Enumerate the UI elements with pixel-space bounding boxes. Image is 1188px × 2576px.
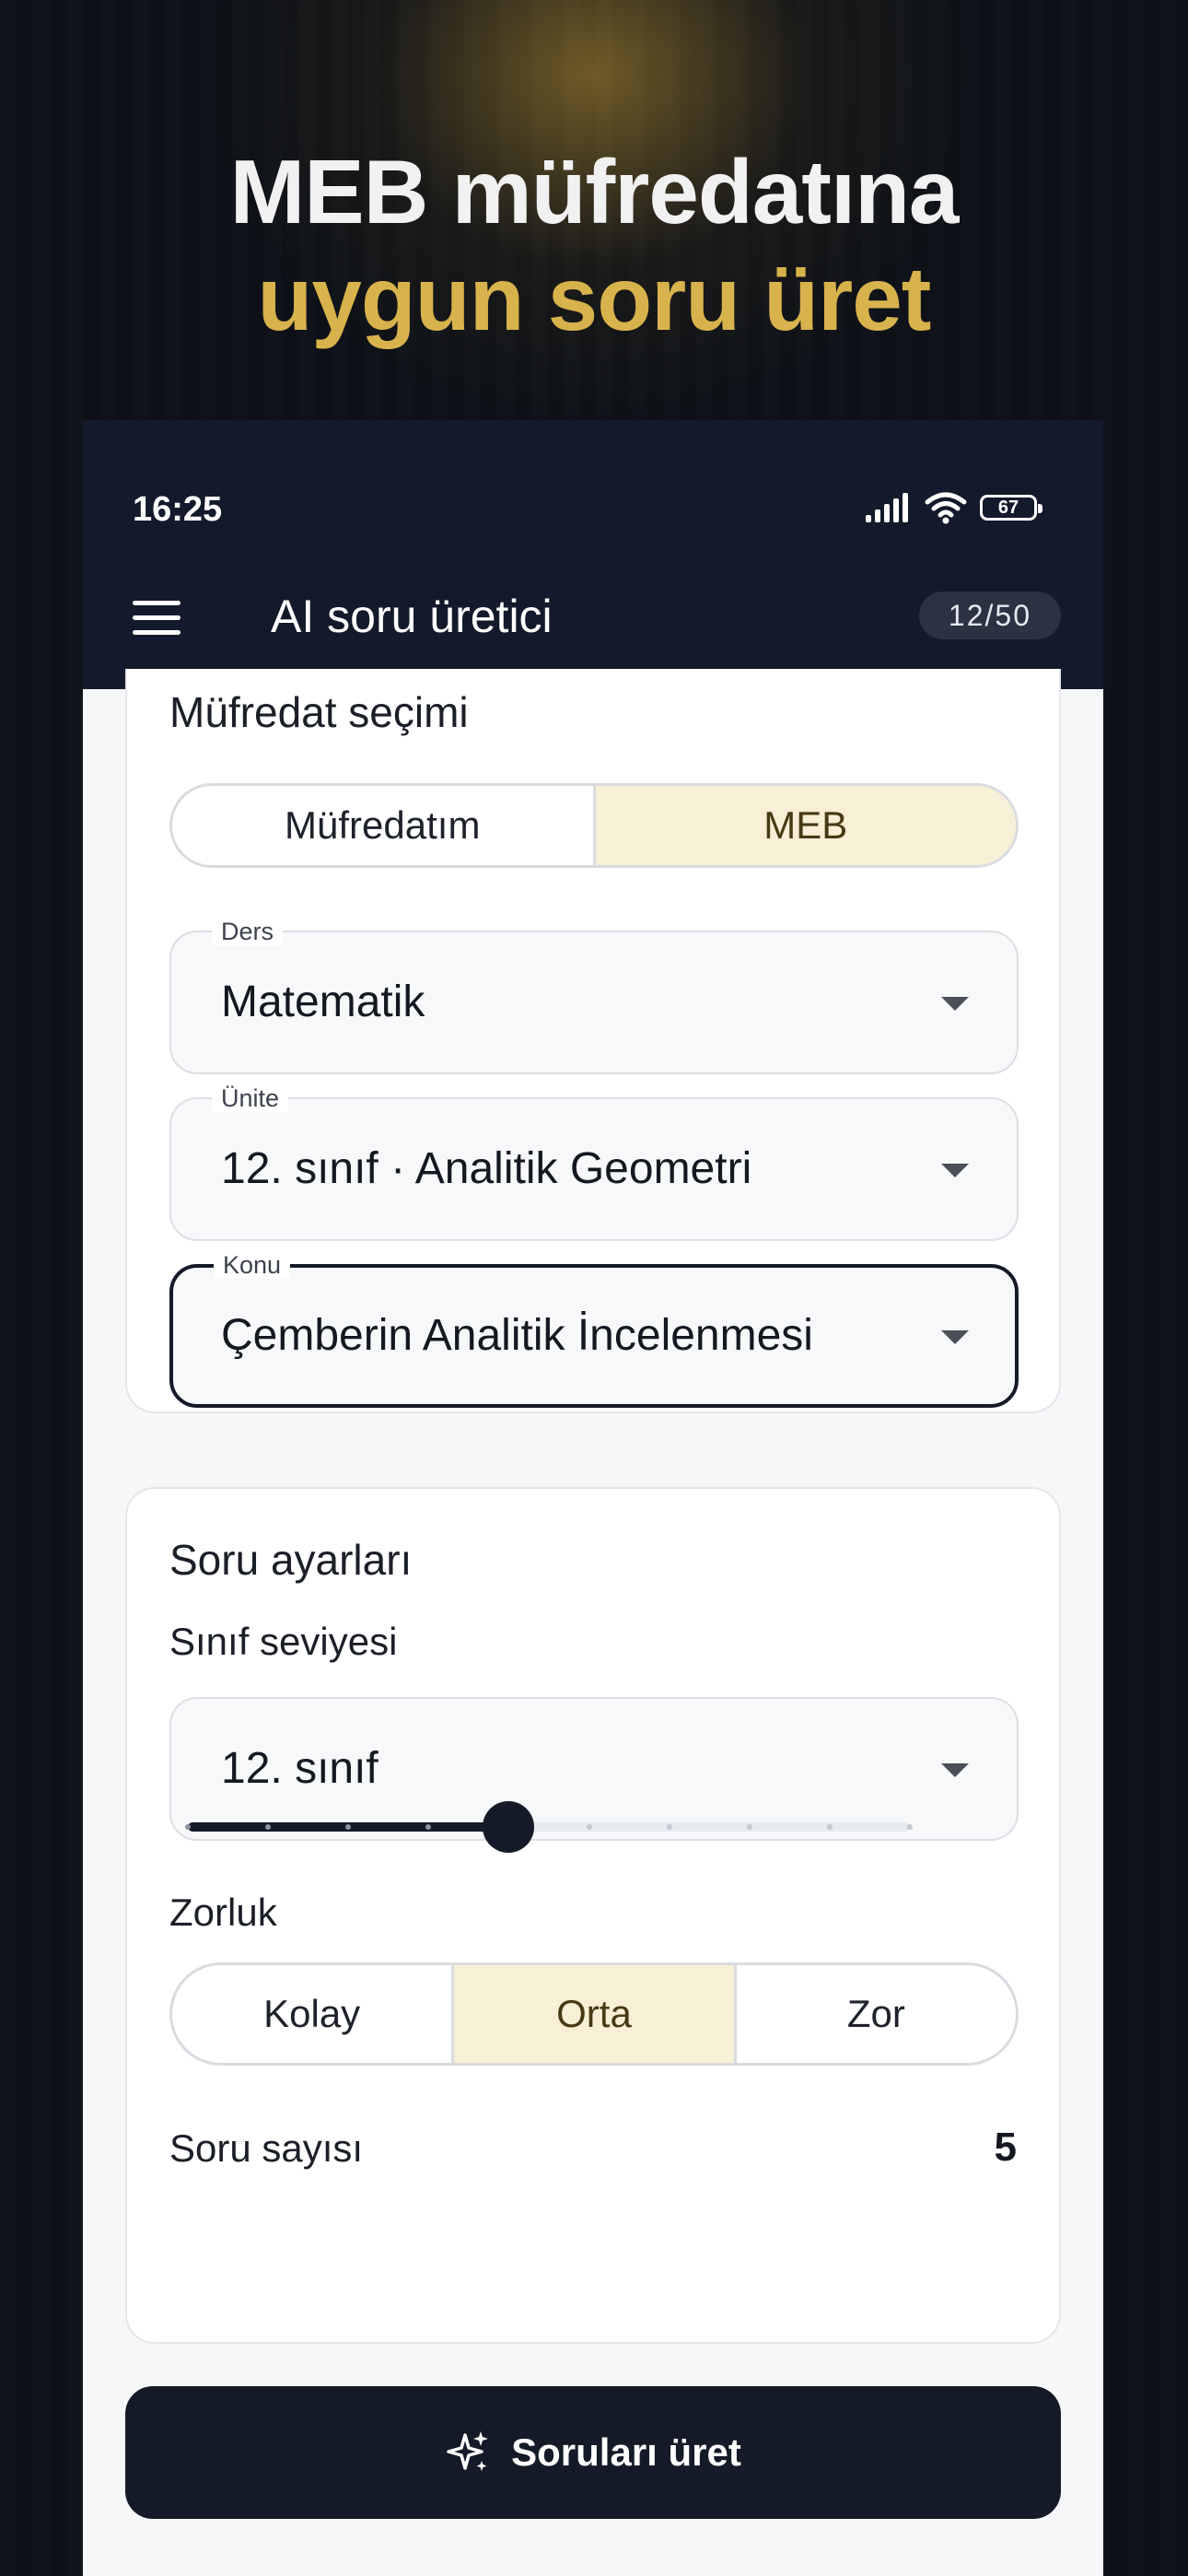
source-option-mufredatim[interactable]: Müfredatım xyxy=(172,786,596,865)
grade-label: Sınıf seviyesi xyxy=(169,1620,398,1663)
battery-icon: 67 xyxy=(980,495,1042,521)
slider-step-dot xyxy=(586,1824,592,1830)
slider-thumb[interactable] xyxy=(483,1801,535,1853)
status-icons: 67 xyxy=(866,492,1042,524)
app-title: AI soru üretici xyxy=(271,591,553,642)
question-count-slider[interactable] xyxy=(185,1798,913,1854)
slider-step-dot xyxy=(826,1824,833,1830)
difficulty-option-kolay[interactable]: Kolay xyxy=(172,1965,455,2063)
chevron-down-icon xyxy=(941,1164,969,1177)
slider-step-dot xyxy=(185,1824,191,1830)
grade-value: 12. sınıf xyxy=(221,1744,379,1793)
question-settings-card: Soru ayarları Sınıf seviyesi 12. sınıf Z… xyxy=(125,1487,1061,2344)
topic-label: Konu xyxy=(214,1251,291,1279)
wifi-icon xyxy=(925,492,967,524)
status-time: 16:25 xyxy=(133,490,223,529)
generate-button-label: Soruları üret xyxy=(511,2430,741,2474)
generate-questions-button[interactable]: Soruları üret xyxy=(125,2386,1061,2519)
slider-step-dot xyxy=(907,1824,913,1830)
headline-line-2: uygun soru üret xyxy=(257,248,932,349)
count-value: 5 xyxy=(994,2125,1017,2170)
promo-headline: MEB müfredatına uygun soru üret xyxy=(0,138,1188,352)
settings-title: Soru ayarları xyxy=(169,1536,413,1584)
difficulty-option-zor[interactable]: Zor xyxy=(737,1965,1016,2063)
curriculum-card: Müfredat seçimi Müfredatım MEB Ders Mate… xyxy=(125,669,1061,1413)
difficulty-toggle: Kolay Orta Zor xyxy=(169,1962,1019,2066)
curriculum-source-toggle: Müfredatım MEB xyxy=(169,783,1019,868)
subject-value: Matematik xyxy=(221,978,425,1026)
signal-icon xyxy=(866,493,908,522)
subject-label: Ders xyxy=(212,918,284,945)
top-bar: 16:25 67 AI soru üretici 12/50 xyxy=(83,420,1103,689)
curriculum-title: Müfredat seçimi xyxy=(169,688,469,736)
source-option-meb[interactable]: MEB xyxy=(595,786,1016,865)
slider-step-dot xyxy=(746,1824,752,1830)
hamburger-menu-icon[interactable] xyxy=(133,601,181,636)
count-label: Soru sayısı xyxy=(169,2126,364,2170)
topic-value: Çemberin Analitik İncelenmesi xyxy=(221,1311,813,1360)
chevron-down-icon xyxy=(941,1763,969,1777)
unit-select[interactable]: Ünite 12. sınıf · Analitik Geometri xyxy=(169,1084,1019,1241)
chevron-down-icon xyxy=(941,1330,969,1344)
slider-step-dot xyxy=(666,1824,672,1830)
headline-line-1: MEB müfredatına xyxy=(229,141,960,242)
topic-select[interactable]: Konu Çemberin Analitik İncelenmesi xyxy=(169,1251,1019,1408)
subject-select[interactable]: Ders Matematik xyxy=(169,918,1019,1074)
phone-screen: 16:25 67 AI soru üretici 12/50 Müfredat … xyxy=(83,420,1103,2576)
quota-badge: 12/50 xyxy=(918,591,1061,639)
difficulty-option-orta[interactable]: Orta xyxy=(454,1965,737,2063)
sparkle-icon xyxy=(447,2431,489,2471)
difficulty-label: Zorluk xyxy=(169,1891,277,1934)
chevron-down-icon xyxy=(941,997,969,1011)
unit-value: 12. sınıf · Analitik Geometri xyxy=(221,1144,752,1193)
unit-label: Ünite xyxy=(212,1084,289,1112)
